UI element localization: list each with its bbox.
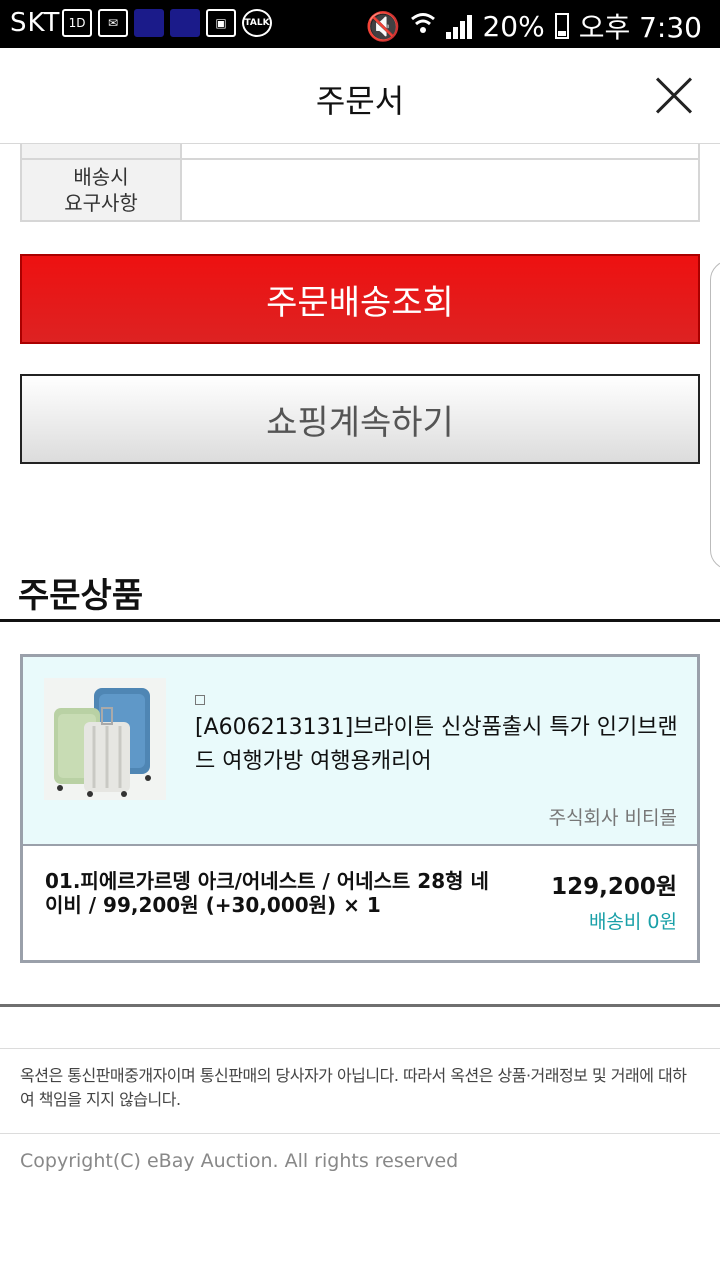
app-icon (134, 9, 164, 37)
lte-icon: 1D (62, 9, 92, 37)
divider (0, 1048, 720, 1049)
clock: 오후 7:30 (578, 11, 702, 44)
divider (0, 1004, 720, 1007)
seller-name: 주식회사 비티몰 (548, 807, 677, 829)
section-title: 주문상품 (18, 576, 144, 616)
system-status: 🔇 20% 오후 7:30 (366, 6, 702, 46)
battery-percent: 20% (482, 9, 545, 43)
battery-icon (554, 13, 569, 39)
shipping-fee: 배송비 0원 (588, 911, 677, 933)
wifi-icon (410, 10, 436, 43)
product-info: [A606213131]브라이튼 신상품출시 특가 인기브랜드 여행가방 여행용… (23, 657, 697, 846)
talk-icon: TALK (242, 9, 272, 37)
divider (0, 619, 720, 622)
delivery-request-table: 배송시 요구사항 (20, 144, 700, 222)
product-title[interactable]: [A606213131]브라이튼 신상품출시 특가 인기브랜드 여행가방 여행용… (195, 711, 685, 779)
table-value-cell (182, 144, 698, 158)
app-icon (170, 9, 200, 37)
copyright-text: Copyright(C) eBay Auction. All rights re… (20, 1150, 459, 1172)
product-price: 129,200원 (551, 874, 677, 900)
edge-handle[interactable] (710, 260, 720, 570)
product-image[interactable] (44, 678, 166, 800)
delivery-request-value (182, 160, 698, 220)
page-title: 주문서 (315, 82, 405, 120)
divider (0, 1133, 720, 1134)
delivery-request-label: 배송시 요구사항 (22, 160, 182, 220)
page-header: 주문서 (0, 48, 720, 144)
signal-icon (446, 13, 473, 39)
order-tracking-button[interactable]: 주문배송조회 (20, 254, 700, 344)
notification-icons: 1D ✉ ▣ TALK (62, 9, 272, 37)
broken-image-icon (195, 695, 205, 705)
close-icon[interactable] (654, 76, 694, 116)
table-row (22, 144, 698, 160)
continue-shopping-button[interactable]: 쇼핑계속하기 (20, 374, 700, 464)
carrier-label: SKT (10, 8, 61, 38)
mute-icon: 🔇 (365, 9, 401, 43)
table-row: 배송시 요구사항 (22, 160, 698, 220)
legal-notice: 옥션은 통신판매중개자이며 통신판매의 당사자가 아닙니다. 따라서 옥션은 상… (20, 1066, 687, 1109)
order-item-card: [A606213131]브라이튼 신상품출시 특가 인기브랜드 여행가방 여행용… (20, 654, 700, 963)
image-icon: ▣ (206, 9, 236, 37)
mail-icon: ✉ (98, 9, 128, 37)
status-bar: SKT 1D ✉ ▣ TALK 🔇 20% 오후 7:30 (0, 0, 720, 48)
table-label-cell (22, 144, 182, 158)
product-option: 01.피에르가르뎅 아크/어네스트 / 어네스트 28형 네이비 / 99,20… (45, 869, 489, 917)
